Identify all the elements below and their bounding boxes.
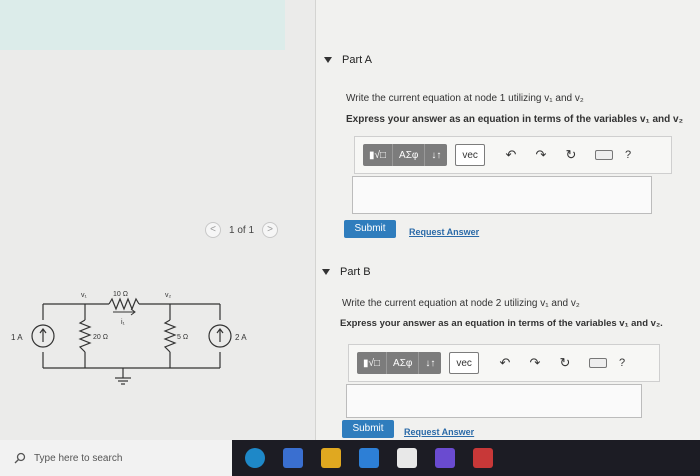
label-r-top: 10 Ω: [113, 291, 128, 298]
part-a-header[interactable]: Part A: [324, 54, 372, 66]
part-a-title: Part A: [342, 54, 372, 66]
part-b-format-group: ▮√□ ΑΣφ ↓↑: [357, 352, 442, 374]
mail-icon[interactable]: [283, 448, 303, 468]
next-page-button[interactable]: >: [262, 222, 279, 238]
part-b-request-answer-link[interactable]: Request Answer: [404, 427, 474, 437]
search-icon: [14, 452, 26, 464]
prev-page-button[interactable]: <: [205, 222, 221, 238]
label-node2: v₂: [165, 292, 172, 299]
label-r-left: 20 Ω: [93, 334, 108, 341]
template-button[interactable]: ▮√□: [363, 144, 394, 166]
part-b-title: Part B: [340, 266, 371, 278]
part-a-submit-button[interactable]: Submit: [344, 220, 396, 238]
right-panel: Part A Write the current equation at nod…: [316, 0, 700, 440]
undo-icon[interactable]: ↶: [503, 147, 519, 163]
keyboard-icon[interactable]: [588, 358, 607, 368]
reset-icon[interactable]: ↻: [557, 355, 573, 371]
taskbar-apps: [245, 448, 493, 468]
caret-down-icon: [322, 269, 330, 275]
template-button[interactable]: ▮√□: [357, 352, 388, 374]
circuit-diagram: 1 A 2 A 10 Ω 20 Ω 5 Ω v₁ v₂ i₁: [11, 291, 247, 385]
part-a-format-group: ▮√□ ΑΣφ ↓↑: [363, 144, 448, 166]
label-current: i₁: [121, 319, 126, 326]
part-a-request-answer-link[interactable]: Request Answer: [409, 227, 479, 237]
search-placeholder: Type here to search: [34, 452, 123, 464]
part-b-instruction: Express your answer as an equation in te…: [340, 318, 663, 329]
vec-button[interactable]: vec: [449, 352, 479, 374]
redo-icon[interactable]: ↷: [527, 355, 543, 371]
store-icon[interactable]: [397, 448, 417, 468]
vec-button[interactable]: vec: [455, 144, 485, 166]
arrows-button[interactable]: ↓↑: [425, 144, 447, 166]
reset-icon[interactable]: ↻: [563, 147, 579, 163]
label-r-mid: 5 Ω: [177, 334, 188, 341]
resistor-20: [78, 319, 92, 353]
keyboard-icon[interactable]: [594, 150, 613, 160]
edge-icon[interactable]: [245, 448, 265, 468]
part-a-question: Write the current equation at node 1 uti…: [346, 93, 584, 104]
part-b-answer-input[interactable]: [346, 384, 642, 418]
label-source-left: 1 A: [11, 333, 23, 342]
part-a-toolbar: ▮√□ ΑΣφ ↓↑ vec ↶ ↷ ↻ ?: [354, 136, 672, 174]
top-strip: [0, 0, 285, 50]
app-icon[interactable]: [435, 448, 455, 468]
label-source-right: 2 A: [235, 333, 247, 342]
undo-icon[interactable]: ↶: [497, 355, 513, 371]
redo-icon[interactable]: ↷: [533, 147, 549, 163]
left-panel: < 1 of 1 > 1 A 2 A 10 Ω 20 Ω 5 Ω v₁ v₂ i…: [0, 0, 315, 440]
taskbar: Type here to search: [0, 440, 700, 476]
symbols-button[interactable]: ΑΣφ: [393, 144, 426, 166]
dropbox-icon[interactable]: [359, 448, 379, 468]
part-b-question: Write the current equation at node 2 uti…: [342, 298, 580, 309]
app-icon-2[interactable]: [473, 448, 493, 468]
part-b-toolbar: ▮√□ ΑΣφ ↓↑ vec ↶ ↷ ↻ ?: [348, 344, 660, 382]
part-a-instruction: Express your answer as an equation in te…: [346, 114, 684, 125]
pager: < 1 of 1 >: [205, 222, 279, 238]
help-button[interactable]: ?: [619, 357, 625, 369]
part-b-submit-button[interactable]: Submit: [342, 420, 394, 438]
part-b-header[interactable]: Part B: [322, 266, 371, 278]
arrows-button[interactable]: ↓↑: [419, 352, 441, 374]
taskbar-search[interactable]: Type here to search: [0, 440, 232, 476]
symbols-button[interactable]: ΑΣφ: [387, 352, 420, 374]
caret-down-icon: [324, 57, 332, 63]
label-node1: v₁: [81, 292, 88, 299]
resistor-5: [163, 319, 177, 353]
pager-label: 1 of 1: [229, 224, 255, 236]
help-button[interactable]: ?: [625, 149, 631, 161]
part-a-answer-input[interactable]: [352, 176, 652, 214]
folder-icon[interactable]: [321, 448, 341, 468]
